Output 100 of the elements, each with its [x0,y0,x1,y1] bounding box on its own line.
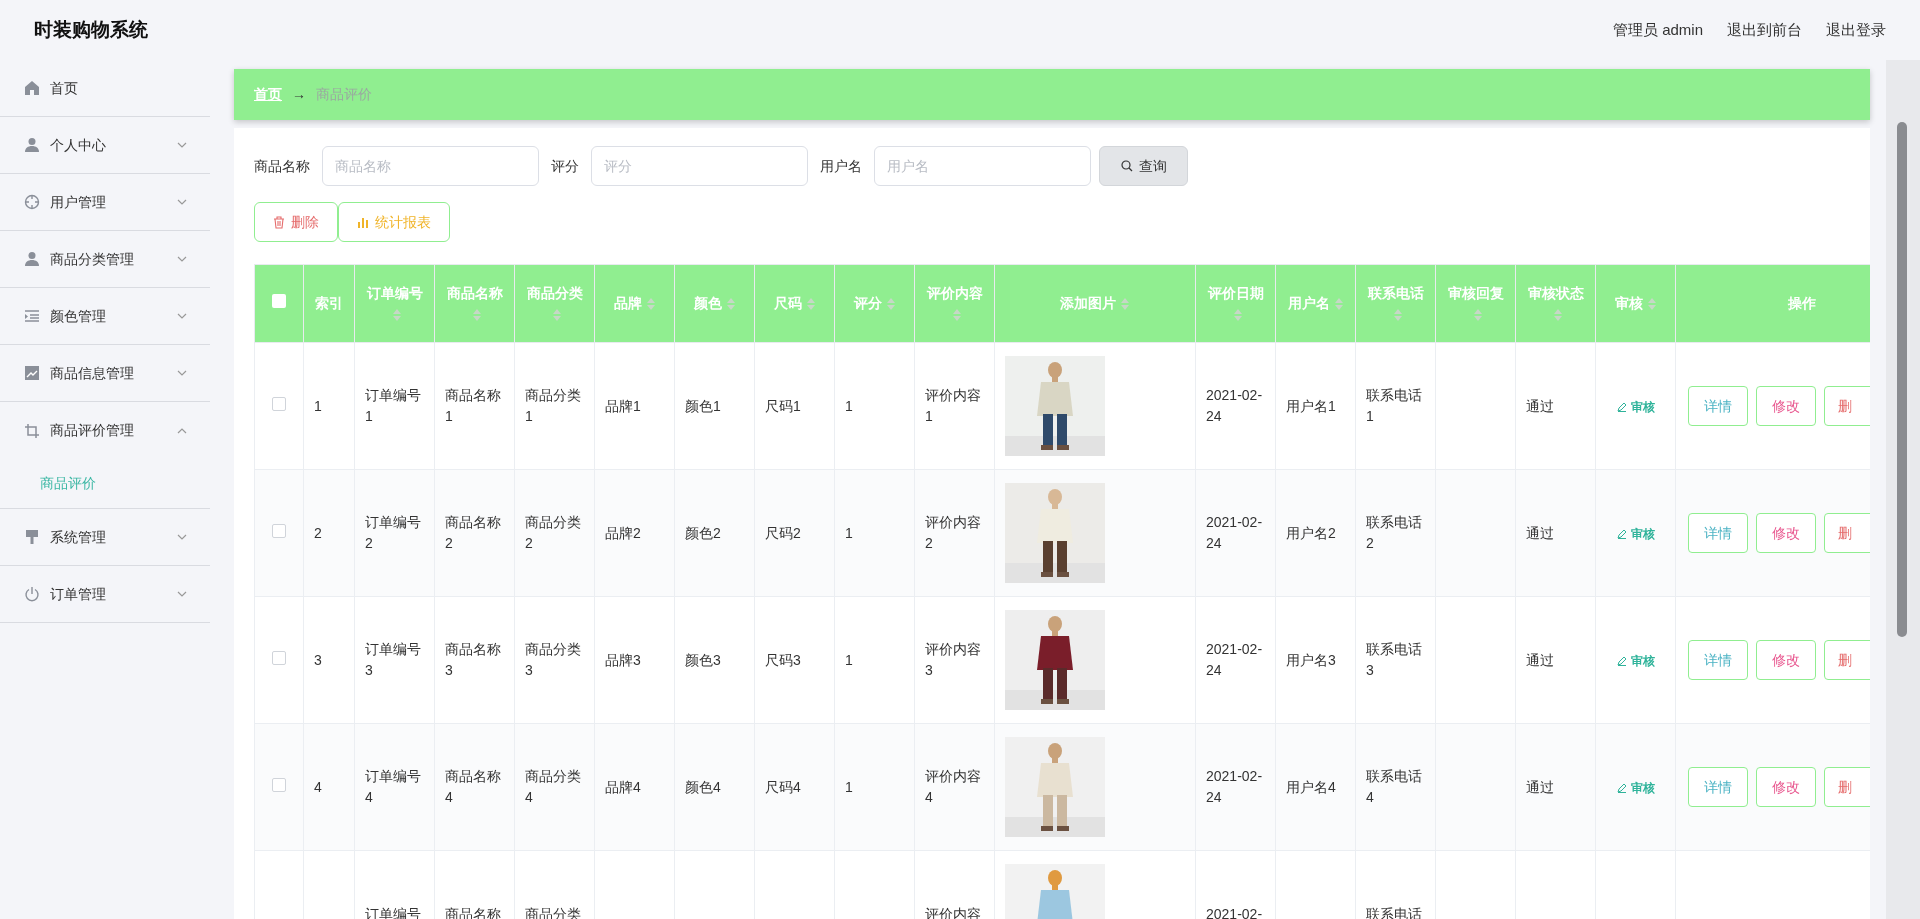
column-header: 添加图片 [1060,295,1116,311]
sidebar-item[interactable]: 商品分类管理 [0,231,210,288]
field-label: 商品名称 [254,156,310,176]
table-cell: 2021-02-24 [1206,641,1263,678]
search-field[interactable]: 评分 [591,146,808,186]
detail-button[interactable]: 详情 [1688,640,1748,680]
table-cell: 评价内容4 [925,768,981,805]
delete-button[interactable]: 删 [1824,767,1870,807]
header-link[interactable]: 退出到前台 [1727,18,1802,42]
detail-button[interactable]: 详情 [1688,386,1748,426]
breadcrumb-current: 商品评价 [316,85,372,104]
table-cell: 品牌4 [605,778,641,795]
table-cell: 订单编号2 [365,514,421,551]
table-cell: 用户名2 [1286,524,1336,541]
sidebar-item[interactable]: 颜色管理 [0,288,210,345]
submenu-item[interactable]: 商品评价 [0,459,210,509]
detail-button[interactable]: 详情 [1688,513,1748,553]
column-header: 索引 [315,295,343,311]
column-header: 评价日期 [1207,284,1264,301]
edit-button[interactable]: 修改 [1756,386,1816,426]
column-header: 评分 [853,295,882,311]
sidebar-item[interactable]: 系统管理 [0,509,210,566]
audit-link[interactable]: 审核 [1616,526,1655,541]
table-cell: 商品分类1 [525,387,581,424]
table-cell: 品牌1 [605,397,641,414]
app-title: 时装购物系统 [34,17,148,42]
table-cell: 商品名称3 [445,641,501,678]
table-cell: 1 [845,524,853,541]
table-cell: 评价内容2 [925,514,981,551]
audit-link[interactable]: 审核 [1616,653,1655,668]
table-cell: 通过 [1526,524,1554,541]
audit-link[interactable]: 审核 [1616,399,1655,414]
breadcrumb-separator: → [292,85,306,104]
column-header: 尺码 [773,295,802,311]
column-header: 联系电话 [1367,284,1424,301]
table-cell: 通过 [1526,651,1554,668]
table-cell: 联系电话4 [1366,768,1422,805]
column-header: 操作 [1788,295,1816,311]
table-cell: 1 [845,778,853,795]
table-cell: 尺码4 [765,778,801,795]
table-cell: 颜色4 [685,778,721,795]
sidebar-item[interactable]: 首页 [0,60,210,117]
field-label: 评分 [551,156,579,176]
audit-link[interactable]: 审核 [1616,780,1655,795]
detail-button[interactable]: 详情 [1688,767,1748,807]
table-cell: 1 [845,397,853,414]
edit-button[interactable]: 修改 [1756,767,1816,807]
table-cell: 订单编号4 [365,768,421,805]
table-cell: 联系电话1 [1366,387,1422,424]
field-label: 用户名 [820,156,862,176]
table-cell: 用户名4 [1286,778,1336,795]
table-cell: 订单编号3 [365,641,421,678]
sidebar-item[interactable]: 订单管理 [0,566,210,623]
search-field[interactable]: 商品名称 [322,146,539,186]
search-button[interactable]: 查询 [1099,146,1188,186]
table-cell: 商品分类4 [525,768,581,805]
sidebar-item[interactable]: 用户管理 [0,174,210,231]
table-cell: 商品名称2 [445,514,501,551]
column-header: 评价内容 [926,284,983,301]
table-cell: 2021-02-24 [1206,514,1263,551]
table-cell: 2 [314,524,322,541]
table-cell: 商品分类3 [525,641,581,678]
user-link[interactable]: 管理员 admin [1612,18,1703,42]
table-cell: 3 [314,651,322,668]
table-cell: 1 [314,397,322,414]
table-cell: 尺码2 [765,524,801,541]
sidebar-item[interactable]: 个人中心 [0,117,210,174]
sidebar-item[interactable]: 商品评价管理 [0,402,210,459]
table-cell: 品牌2 [605,524,641,541]
table-cell: 1 [845,651,853,668]
table-cell: 商品分类2 [525,514,581,551]
column-header: 审核回复 [1447,284,1504,301]
table-cell: 商品名称4 [445,768,501,805]
delete-button[interactable]: 删 [1824,513,1870,553]
column-header: 商品分类 [526,284,583,301]
edit-button[interactable]: 修改 [1756,513,1816,553]
table-cell: 用户名1 [1286,397,1336,414]
column-header: 订单编号 [366,284,423,301]
delete-button[interactable]: 删 [1824,386,1870,426]
table-cell: 通过 [1526,778,1554,795]
table-cell: 颜色1 [685,397,721,414]
sidebar-item[interactable]: 商品信息管理 [0,345,210,402]
table-cell: 订单编号1 [365,387,421,424]
table-cell: 2021-02- [1206,905,1263,919]
table-cell: 联系电话2 [1366,514,1422,551]
table-cell: 评价内容1 [925,387,981,424]
column-header: 商品名称 [446,284,503,301]
table-cell: 联系电话3 [1366,641,1422,678]
delete-button[interactable]: 删除 [254,202,338,242]
table-cell: 2021-02-24 [1206,387,1263,424]
report-button[interactable]: 统计报表 [338,202,450,242]
header-link[interactable]: 退出登录 [1826,18,1886,42]
column-header: 审核 [1614,295,1643,311]
search-field[interactable]: 用户名 [874,146,1091,186]
delete-button[interactable]: 删 [1824,640,1870,680]
column-header: 品牌 [613,295,642,311]
table-cell: 颜色3 [685,651,721,668]
edit-button[interactable]: 修改 [1756,640,1816,680]
table-cell: 4 [314,778,322,795]
table-cell: 尺码3 [765,651,801,668]
